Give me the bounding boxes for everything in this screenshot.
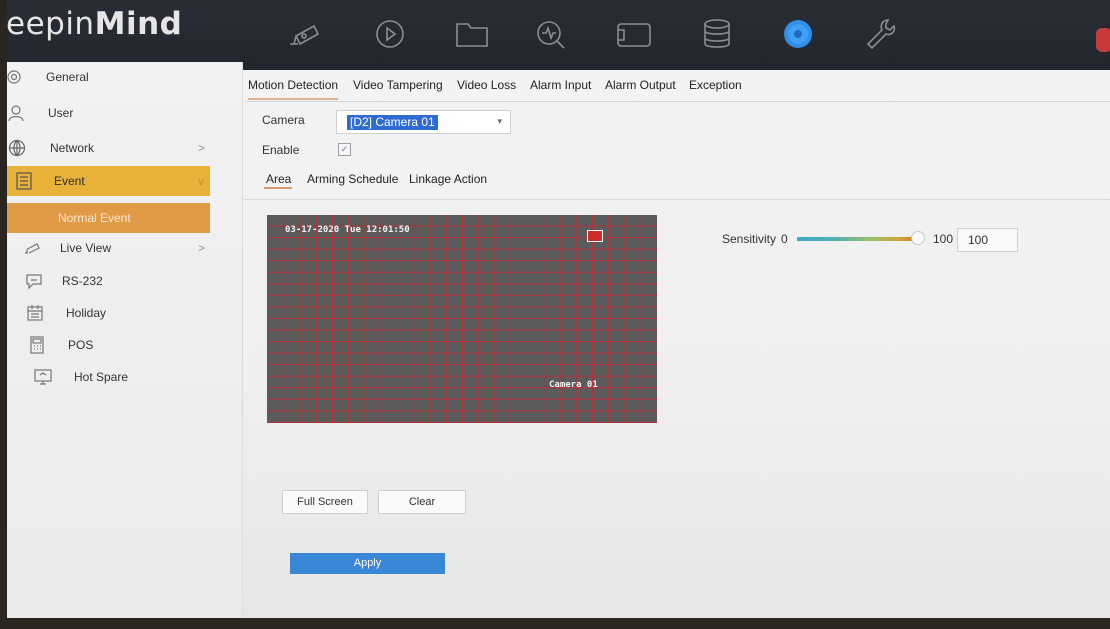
tab-motion-detection[interactable]: Motion Detection <box>248 78 338 92</box>
sidebar-item-user[interactable]: User <box>0 98 210 128</box>
event-icon <box>14 171 34 191</box>
tab-linkage-action[interactable]: Linkage Action <box>409 172 487 186</box>
sidebar-item-network[interactable]: Network > <box>0 133 210 163</box>
top-bar: eepinMind <box>0 0 1110 70</box>
gear-icon <box>4 67 24 87</box>
globe-icon <box>7 138 27 158</box>
tab-video-tampering[interactable]: Video Tampering <box>353 78 443 92</box>
playback-icon[interactable] <box>370 14 410 54</box>
camera-icon[interactable] <box>284 14 324 54</box>
clear-button[interactable]: Clear <box>378 490 466 514</box>
monitor-bezel <box>0 0 7 629</box>
sensitivity-input[interactable]: 100 <box>957 228 1018 252</box>
sensitivity-min: 0 <box>781 232 788 246</box>
chevron-down-icon: v <box>198 174 204 188</box>
full-screen-button[interactable]: Full Screen <box>282 490 368 514</box>
video-icon[interactable] <box>614 14 654 54</box>
user-icon <box>6 103 26 123</box>
sidebar-item-live-view[interactable]: Live View > <box>0 233 210 263</box>
sidebar-item-hot-spare[interactable]: Hot Spare <box>0 362 210 392</box>
logo: eepinMind <box>6 6 183 42</box>
alert-icon[interactable] <box>1096 28 1110 52</box>
sidebar-item-normal-event[interactable]: Normal Event <box>0 203 210 233</box>
tab-alarm-output[interactable]: Alarm Output <box>605 78 676 92</box>
camera-select-value: [D2] Camera 01 <box>347 115 438 130</box>
sidebar-item-label: Hot Spare <box>74 370 129 384</box>
storage-icon[interactable] <box>697 14 737 54</box>
sidebar-item-label: General <box>46 70 89 84</box>
camera-select[interactable]: [D2] Camera 01 ▾ <box>336 110 511 134</box>
video-timestamp: 03-17-2020 Tue 12:01:50 <box>285 225 410 235</box>
video-camera-name: Camera 01 <box>549 380 598 390</box>
enable-checkbox[interactable]: ✓ <box>338 143 351 156</box>
pos-icon <box>27 335 47 355</box>
folder-icon[interactable] <box>452 14 492 54</box>
sidebar-item-holiday[interactable]: Holiday <box>0 298 210 328</box>
motion-area-grid[interactable]: 03-17-2020 Tue 12:01:50 Camera 01 <box>267 215 657 423</box>
chat-icon <box>24 271 44 291</box>
divider <box>244 199 1110 200</box>
sidebar-item-general[interactable]: General <box>0 62 210 92</box>
tab-exception[interactable]: Exception <box>689 78 742 92</box>
chevron-right-icon: > <box>198 141 206 155</box>
wrench-icon[interactable] <box>860 14 900 54</box>
active-tab-indicator <box>248 98 338 100</box>
active-subtab-indicator <box>264 187 292 189</box>
monitor-icon <box>33 367 53 387</box>
camera-icon <box>22 238 42 258</box>
settings-icon[interactable] <box>778 14 818 54</box>
sensitivity-slider-handle[interactable] <box>911 231 925 245</box>
sidebar-item-label: Normal Event <box>58 211 131 225</box>
sidebar-item-label: POS <box>68 338 94 352</box>
sidebar-item-label: RS-232 <box>62 274 103 288</box>
chevron-down-icon: ▾ <box>497 116 502 126</box>
sidebar: General User Network > Event v Normal Ev… <box>0 62 243 629</box>
sidebar-item-event[interactable]: Event v <box>0 166 210 196</box>
sidebar-item-label: Event <box>54 174 85 188</box>
chevron-right-icon: > <box>198 241 206 255</box>
sidebar-item-label: User <box>48 106 74 120</box>
tab-video-loss[interactable]: Video Loss <box>457 78 516 92</box>
sensitivity-label: Sensitivity <box>722 232 777 246</box>
sensitivity-slider[interactable] <box>797 237 918 241</box>
camera-label: Camera <box>262 113 305 127</box>
calendar-icon <box>25 303 45 323</box>
sidebar-item-label: Live View <box>60 241 112 255</box>
sidebar-item-pos[interactable]: POS <box>0 330 210 360</box>
screen: eepinMind General User Network > Event v… <box>0 0 1110 629</box>
sidebar-item-label: Network <box>50 141 95 155</box>
apply-button[interactable]: Apply <box>290 553 445 574</box>
tab-area[interactable]: Area <box>266 172 291 186</box>
record-icon <box>587 230 603 242</box>
sidebar-item-label: Holiday <box>66 306 107 320</box>
enable-label: Enable <box>262 143 300 157</box>
tab-arming-schedule[interactable]: Arming Schedule <box>307 172 398 186</box>
search-icon[interactable] <box>530 14 570 54</box>
tab-alarm-input[interactable]: Alarm Input <box>530 78 591 92</box>
monitor-bezel <box>0 618 1110 629</box>
sidebar-item-rs232[interactable]: RS-232 <box>0 266 210 296</box>
sensitivity-max: 100 <box>933 232 954 246</box>
divider <box>246 101 1110 102</box>
